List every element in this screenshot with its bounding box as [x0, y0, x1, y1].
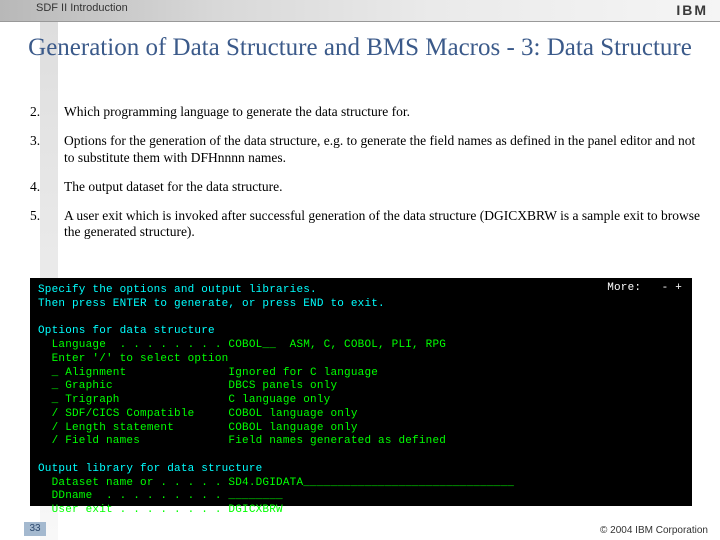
item-number: 5. — [30, 208, 64, 242]
terminal-line: Output library for data structure — [38, 463, 262, 475]
ibm-logo: IBM — [676, 2, 708, 18]
terminal-line: _ Trigraph C language only — [38, 394, 330, 406]
terminal-line: Then press ENTER to generate, or press E… — [38, 298, 385, 310]
terminal-line: / SDF/CICS Compatible COBOL language onl… — [38, 408, 358, 420]
item-number: 2. — [30, 104, 64, 121]
item-number: 4. — [30, 179, 64, 196]
terminal-line: Dataset name or . . . . . SD4.DGIDATA___… — [38, 477, 514, 489]
list-item: 4. The output dataset for the data struc… — [30, 179, 700, 196]
list-item: 5. A user exit which is invoked after su… — [30, 208, 700, 242]
item-text: The output dataset for the data structur… — [64, 179, 700, 196]
terminal-line: DDname . . . . . . . . . ________ — [38, 490, 283, 502]
terminal-line: User exit . . . . . . . . DGICXBRW — [38, 504, 283, 516]
item-text: Options for the generation of the data s… — [64, 133, 700, 167]
copyright: © 2004 IBM Corporation — [600, 525, 708, 536]
list-item: 3. Options for the generation of the dat… — [30, 133, 700, 167]
item-number: 3. — [30, 133, 64, 167]
terminal-line: Options for data structure — [38, 325, 215, 337]
terminal-line: / Field names Field names generated as d… — [38, 435, 446, 447]
terminal-line: Specify the options and output libraries… — [38, 284, 317, 296]
list-item: 2. Which programming language to generat… — [30, 104, 700, 121]
terminal-screenshot: More: - + Specify the options and output … — [30, 278, 692, 506]
slide: SDF II Introduction IBM Generation of Da… — [0, 0, 720, 540]
footer: 33 © 2004 IBM Corporation — [0, 520, 720, 536]
terminal-line: Enter '/' to select option — [38, 353, 228, 365]
terminal-line: Language . . . . . . . . COBOL__ ASM, C,… — [38, 339, 446, 351]
top-bar: SDF II Introduction IBM — [0, 0, 720, 22]
slide-title: Generation of Data Structure and BMS Mac… — [0, 34, 720, 63]
item-text: Which programming language to generate t… — [64, 104, 700, 121]
terminal-line: _ Alignment Ignored for C language — [38, 367, 378, 379]
page-number: 33 — [24, 522, 46, 536]
product-title: SDF II Introduction — [36, 2, 128, 14]
item-text: A user exit which is invoked after succe… — [64, 208, 700, 242]
more-indicator: More: - + — [607, 282, 682, 296]
terminal-line: / Length statement COBOL language only — [38, 422, 358, 434]
terminal-line: _ Graphic DBCS panels only — [38, 380, 337, 392]
numbered-list: 2. Which programming language to generat… — [30, 104, 700, 253]
